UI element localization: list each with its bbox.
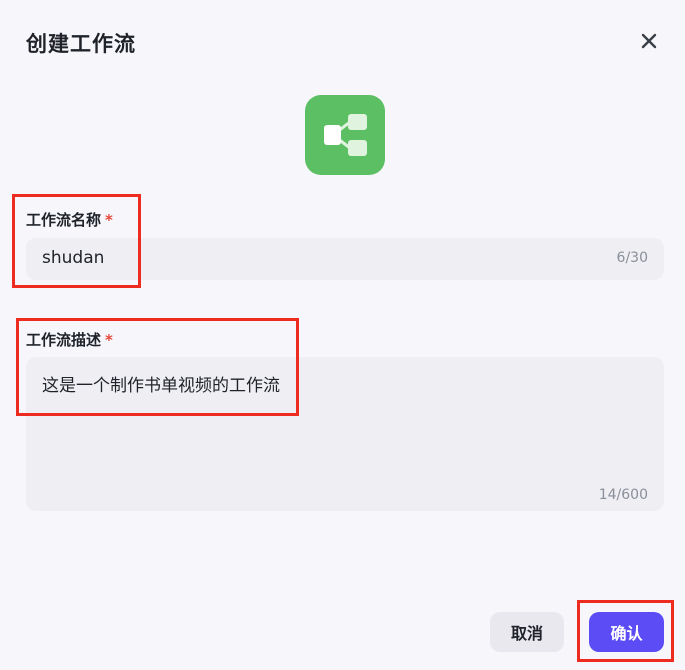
close-icon [641,33,657,49]
workflow-name-input[interactable]: shudan 6/30 [26,238,664,280]
name-field-label: 工作流名称 * [26,209,113,230]
confirm-button[interactable]: 确认 [589,612,664,652]
name-char-counter: 6/30 [616,250,648,266]
close-button[interactable] [636,28,662,54]
desc-char-counter: 14/600 [598,487,648,503]
workflow-icon [324,114,367,156]
desc-field-label: 工作流描述 * [26,329,113,350]
create-workflow-dialog: 创建工作流 工作流名称 * shudan 6/30 工作流描述 * 这是一个制作书单… [0,0,685,670]
desc-required-mark: * [105,331,113,349]
workflow-description-value: 这是一个制作书单视频的工作流 [42,376,280,396]
workflow-logo [305,95,385,175]
workflow-name-value: shudan [42,248,105,268]
cancel-button[interactable]: 取消 [490,612,564,652]
workflow-description-textarea[interactable]: 这是一个制作书单视频的工作流 14/600 [26,357,664,511]
name-required-mark: * [105,211,113,229]
desc-label-text: 工作流描述 [26,331,102,349]
dialog-title: 创建工作流 [26,32,136,56]
name-label-text: 工作流名称 [26,211,102,229]
